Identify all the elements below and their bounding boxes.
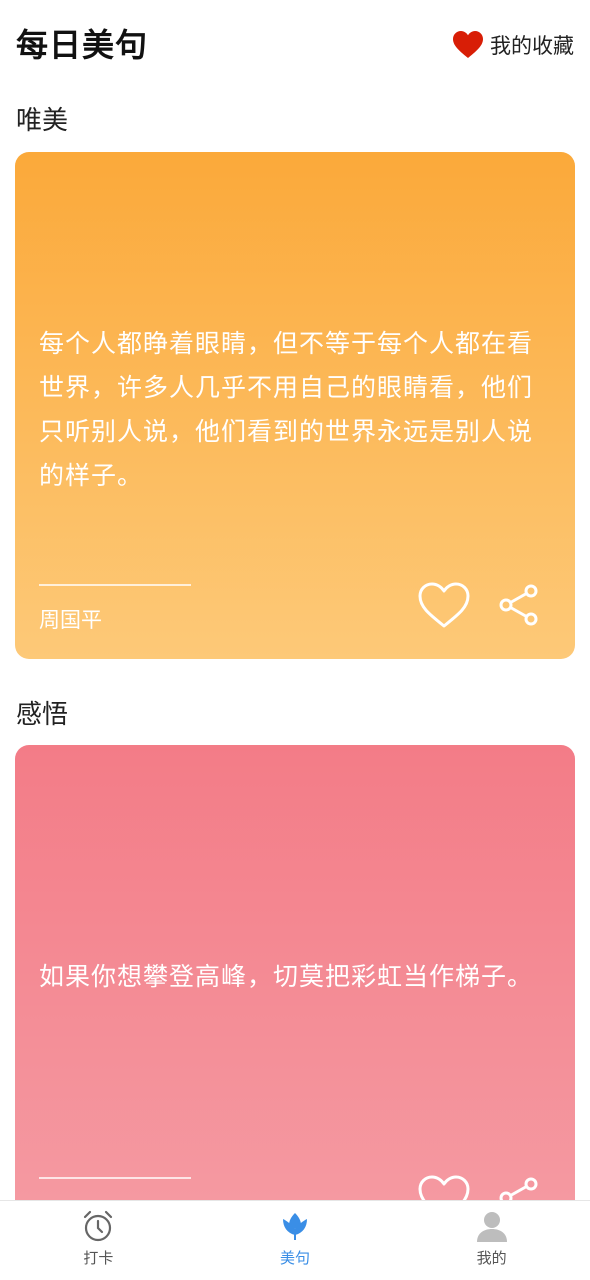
like-button[interactable] [417, 580, 471, 630]
header: 每日美句 我的收藏 [0, 0, 590, 88]
divider [39, 584, 191, 586]
quote-text: 如果你想攀登高峰，切莫把彩虹当作梯子。 [39, 962, 534, 991]
share-icon [499, 584, 538, 626]
heart-filled-icon [452, 30, 484, 60]
quote-author: 周国平 [39, 608, 102, 632]
section-heading: 唯美 [16, 106, 69, 136]
my-favorites-button[interactable]: 我的收藏 [452, 28, 574, 62]
page-title: 每日美句 [16, 26, 149, 64]
share-button[interactable] [499, 584, 539, 626]
divider [39, 1177, 191, 1179]
app-screen: 每日美句 我的收藏 唯美 每个人都睁着眼睛，但不等于每个人都在看世界，许多人几乎… [0, 0, 590, 1280]
user-icon [476, 1212, 507, 1242]
my-favorites-label: 我的收藏 [490, 34, 574, 58]
quote-card[interactable]: 每个人都睁着眼睛，但不等于每个人都在看世界，许多人几乎不用自己的眼睛看，他们只听… [15, 152, 575, 659]
heart-outline-icon [418, 582, 470, 628]
tulip-icon [283, 1213, 307, 1240]
quote-card[interactable]: 如果你想攀登高峰，切莫把彩虹当作梯子。 [15, 745, 575, 1215]
alarm-clock-icon [84, 1210, 113, 1242]
tab-checkin[interactable]: 打卡 [0, 1201, 197, 1280]
tab-quotes[interactable]: 美句 [197, 1201, 394, 1280]
quote-text: 每个人都睁着眼睛，但不等于每个人都在看世界，许多人几乎不用自己的眼睛看，他们只听… [39, 329, 534, 490]
section-heading: 感悟 [16, 700, 69, 730]
tab-label: 美句 [280, 1249, 311, 1267]
tab-profile[interactable]: 我的 [393, 1201, 590, 1280]
tab-label: 我的 [476, 1249, 507, 1267]
tab-label: 打卡 [83, 1249, 114, 1267]
bottom-tab-bar: 打卡 美句 我的 [0, 1200, 590, 1280]
